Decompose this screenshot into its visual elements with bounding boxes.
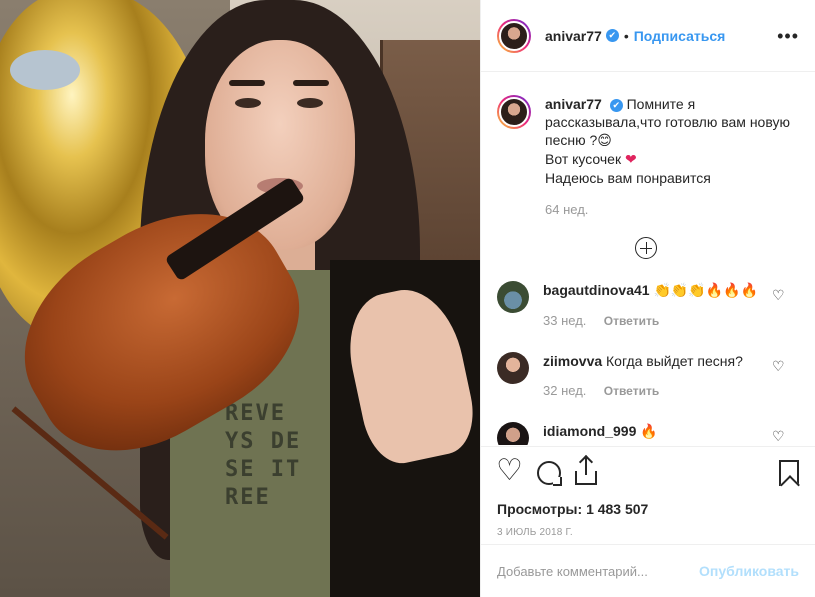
comment-username[interactable]: idiamond_999 <box>543 423 636 439</box>
comment-item: idiamond_999 🔥 <box>497 422 799 445</box>
post-actions: Просмотры: 1 483 507 3 июль 2018 г. <box>481 446 815 538</box>
comment-username[interactable]: bagautdinova41 <box>543 282 650 298</box>
comment-text: 👏👏👏🔥🔥🔥 <box>653 283 759 299</box>
comment-time[interactable]: 32 нед. <box>543 383 586 398</box>
views-number: 1 483 507 <box>586 501 649 517</box>
caption-time[interactable]: 64 нед. <box>545 201 790 219</box>
follow-button[interactable]: Подписаться <box>634 28 726 44</box>
comment-like-icon[interactable] <box>772 358 785 375</box>
commenter-avatar[interactable] <box>497 422 529 445</box>
bookmark-icon[interactable] <box>779 460 799 486</box>
comment-icon[interactable] <box>537 461 561 485</box>
verified-badge-icon: ✔ <box>605 29 619 42</box>
comment-input[interactable] <box>497 563 700 579</box>
reply-button[interactable]: Ответить <box>604 314 659 328</box>
comment-item: ziimovva Когда выйдет песня? 32 нед. Отв… <box>497 352 799 400</box>
commenter-avatar[interactable] <box>497 281 529 313</box>
comment-username[interactable]: ziimovva <box>543 353 602 369</box>
heart-emoji: ❤ <box>624 152 637 168</box>
separator-dot: • <box>623 27 629 44</box>
smile-emoji: 😊 <box>597 133 612 149</box>
comment-like-icon[interactable] <box>772 287 785 304</box>
post-date[interactable]: 3 июль 2018 г. <box>497 527 799 538</box>
caption-username[interactable]: anivar77 <box>545 96 602 112</box>
post-header: anivar77 ✔ • Подписаться ••• <box>481 0 815 72</box>
author-avatar[interactable] <box>497 18 531 53</box>
comment-like-icon[interactable] <box>772 428 785 445</box>
views-count[interactable]: Просмотры: 1 483 507 <box>497 501 799 517</box>
share-icon[interactable] <box>575 457 597 485</box>
verified-badge-icon: ✔ <box>609 99 623 112</box>
add-comment-bar: Опубликовать <box>481 544 815 597</box>
post-side-panel: anivar77 ✔ • Подписаться ••• anivar77 ✔ … <box>480 0 815 597</box>
comments-list[interactable]: anivar77 ✔ Помните я рассказывала,что го… <box>481 73 815 445</box>
caption-text-line2: Вот кусочек <box>545 151 622 167</box>
caption-text-line3: Надеюсь вам понравится <box>545 170 711 186</box>
author-username[interactable]: anivar77 <box>545 28 602 44</box>
post-caption: anivar77 ✔ Помните я рассказывала,что го… <box>497 73 799 219</box>
comment-item: bagautdinova41 👏👏👏🔥🔥🔥 33 нед. Ответить <box>497 281 799 330</box>
more-options-icon[interactable]: ••• <box>777 27 799 45</box>
post-video[interactable]: REVE YS DE SE IT REE <box>0 0 480 597</box>
load-more-comments-icon[interactable] <box>635 237 657 259</box>
reply-button[interactable]: Ответить <box>604 384 659 398</box>
comment-time[interactable]: 33 нед. <box>543 313 586 328</box>
heart-icon[interactable] <box>496 453 523 488</box>
views-label: Просмотры: <box>497 501 583 517</box>
comment-text: 🔥 <box>640 424 658 440</box>
caption-avatar[interactable] <box>497 95 531 129</box>
publish-button[interactable]: Опубликовать <box>699 563 799 579</box>
commenter-avatar[interactable] <box>497 352 529 384</box>
comment-text: Когда выйдет песня? <box>606 353 743 369</box>
